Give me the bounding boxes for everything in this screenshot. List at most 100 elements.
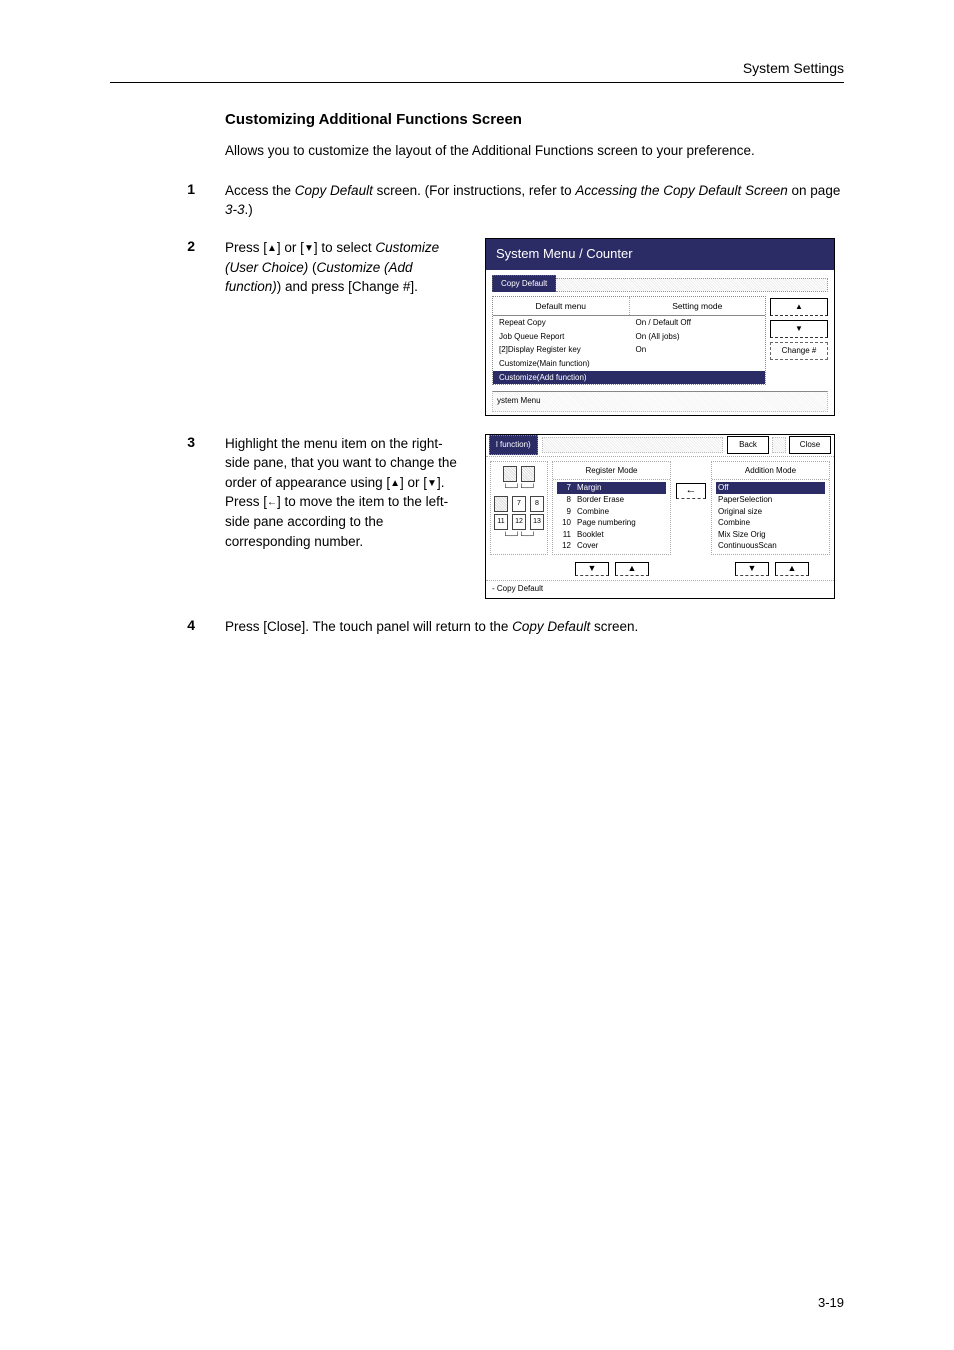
t: Press [Close]. The touch panel will retu… <box>225 619 512 634</box>
cell: On / Default Off <box>630 316 766 330</box>
header-rule <box>110 82 844 83</box>
n: 12 <box>559 540 571 552</box>
t: ( <box>308 260 316 275</box>
back-button[interactable]: Back <box>727 436 769 454</box>
list-item[interactable]: 8 Border Erase <box>557 494 666 506</box>
add-down-button[interactable]: ▼ <box>735 562 769 576</box>
n: 9 <box>559 506 571 518</box>
list-item-selected[interactable]: 7 Margin <box>557 482 666 494</box>
list-item[interactable]: Mix Size Orig <box>716 529 825 541</box>
panel1-tab[interactable]: Copy Default <box>492 275 556 292</box>
t: Off <box>718 482 729 494</box>
t: on page <box>788 183 841 198</box>
t: Copy Default <box>512 619 590 634</box>
t: Margin <box>577 482 601 494</box>
cell[interactable]: [2]Display Register key <box>493 343 630 357</box>
t: .) <box>245 202 253 217</box>
down-triangle-icon: ▼ <box>427 477 437 492</box>
panel2-left-preview: └──┘└──┘ 7 8 11 12 13 └──┘└── <box>490 461 548 555</box>
step-2: 2 Press [▲] or [▼] to select Customize (… <box>110 238 844 416</box>
up-triangle-icon: ▲ <box>267 242 277 257</box>
t: PaperSelection <box>718 494 772 506</box>
step-body: Press [▲] or [▼] to select Customize (Us… <box>225 238 844 416</box>
preview-cell <box>494 496 508 512</box>
t: ContinuousScan <box>718 540 777 552</box>
bracket: └──┘└──┘ <box>503 484 535 494</box>
reg-down-button[interactable]: ▼ <box>575 562 609 576</box>
t: Access the <box>225 183 295 198</box>
step-text: Press [▲] or [▼] to select Customize (Us… <box>225 238 467 416</box>
preview-cell: 8 <box>530 496 544 512</box>
t: ] or [ <box>277 240 304 255</box>
list-item[interactable]: 10 Page numbering <box>557 517 666 529</box>
n: 7 <box>559 482 571 494</box>
panel1-footer: ystem Menu <box>492 391 828 412</box>
cell[interactable]: Repeat Copy <box>493 316 630 330</box>
cell-selected[interactable]: Customize(Add function) <box>493 371 630 385</box>
t: Press [ <box>225 240 267 255</box>
reg-up-button[interactable]: ▲ <box>615 562 649 576</box>
panel1-title: System Menu / Counter <box>486 239 834 270</box>
preview-cell: 13 <box>530 514 544 530</box>
scroll-up-button[interactable]: ▲ <box>770 298 828 316</box>
cell: On (All jobs) <box>630 330 766 344</box>
list-item[interactable]: 12 Cover <box>557 540 666 552</box>
list-item[interactable]: Original size <box>716 506 825 518</box>
cell[interactable]: Job Queue Report <box>493 330 630 344</box>
list-item[interactable]: ContinuousScan <box>716 540 825 552</box>
cell[interactable]: Customize(Main function) <box>493 357 630 371</box>
step-body: Press [Close]. The touch panel will retu… <box>225 617 844 637</box>
preview-cell: 7 <box>512 496 526 512</box>
list-item[interactable]: 11Booklet <box>557 529 666 541</box>
fill <box>772 437 786 453</box>
n: 8 <box>559 494 571 506</box>
preview-cell <box>521 466 535 482</box>
list-item-selected[interactable]: Off <box>716 482 825 494</box>
t: Cover <box>577 540 598 552</box>
t: screen. <box>590 619 638 634</box>
step-4: 4 Press [Close]. The touch panel will re… <box>110 617 844 637</box>
addition-mode-header: Addition Mode <box>712 462 829 481</box>
t: screen. (For instructions, refer to <box>373 183 576 198</box>
page-number: 3-19 <box>818 1295 844 1310</box>
list-item[interactable]: Combine <box>716 517 825 529</box>
step-number: 2 <box>110 238 225 416</box>
step-number: 3 <box>110 434 225 600</box>
step-number: 4 <box>110 617 225 637</box>
change-button[interactable]: Change # <box>770 342 828 360</box>
scroll-down-button[interactable]: ▼ <box>770 320 828 338</box>
panel1-table: Default menu Setting mode Repeat CopyOn … <box>492 296 766 385</box>
step-body: Access the Copy Default screen. (For ins… <box>225 181 844 220</box>
intro-text: Allows you to customize the layout of th… <box>225 142 844 161</box>
t: Combine <box>577 506 609 518</box>
move-left-button[interactable]: ← <box>676 483 706 499</box>
t: Mix Size Orig <box>718 529 766 541</box>
t: Border Erase <box>577 494 624 506</box>
screenshot-panel-2: l function) Back Close └──┘└──┘ <box>485 434 835 600</box>
t: Copy Default <box>295 183 373 198</box>
t: Page numbering <box>577 517 636 529</box>
move-left-column: ← <box>675 461 707 555</box>
list-item[interactable]: 9 Combine <box>557 506 666 518</box>
close-button[interactable]: Close <box>789 436 831 454</box>
t: Combine <box>718 517 750 529</box>
header-section: System Settings <box>110 60 844 76</box>
list-item[interactable]: PaperSelection <box>716 494 825 506</box>
panel1-tabbar-fill <box>556 278 828 292</box>
n: 10 <box>559 517 571 529</box>
fill <box>542 437 723 453</box>
th-default-menu: Default menu <box>493 297 630 315</box>
step-body: Highlight the menu item on the right-sid… <box>225 434 844 600</box>
panel2-footer: - Copy Default <box>486 580 834 599</box>
left-arrow-icon: ← <box>267 496 277 511</box>
up-triangle-icon: ▲ <box>390 477 400 492</box>
t: Booklet <box>577 529 604 541</box>
cell <box>630 357 766 371</box>
th-setting-mode: Setting mode <box>630 297 766 315</box>
step-number: 1 <box>110 181 225 220</box>
preview-cell: 11 <box>494 514 508 530</box>
add-up-button[interactable]: ▲ <box>775 562 809 576</box>
down-triangle-icon: ▼ <box>304 242 314 257</box>
panel2-tab[interactable]: l function) <box>489 435 538 455</box>
section-title: Customizing Additional Functions Screen <box>225 111 844 128</box>
